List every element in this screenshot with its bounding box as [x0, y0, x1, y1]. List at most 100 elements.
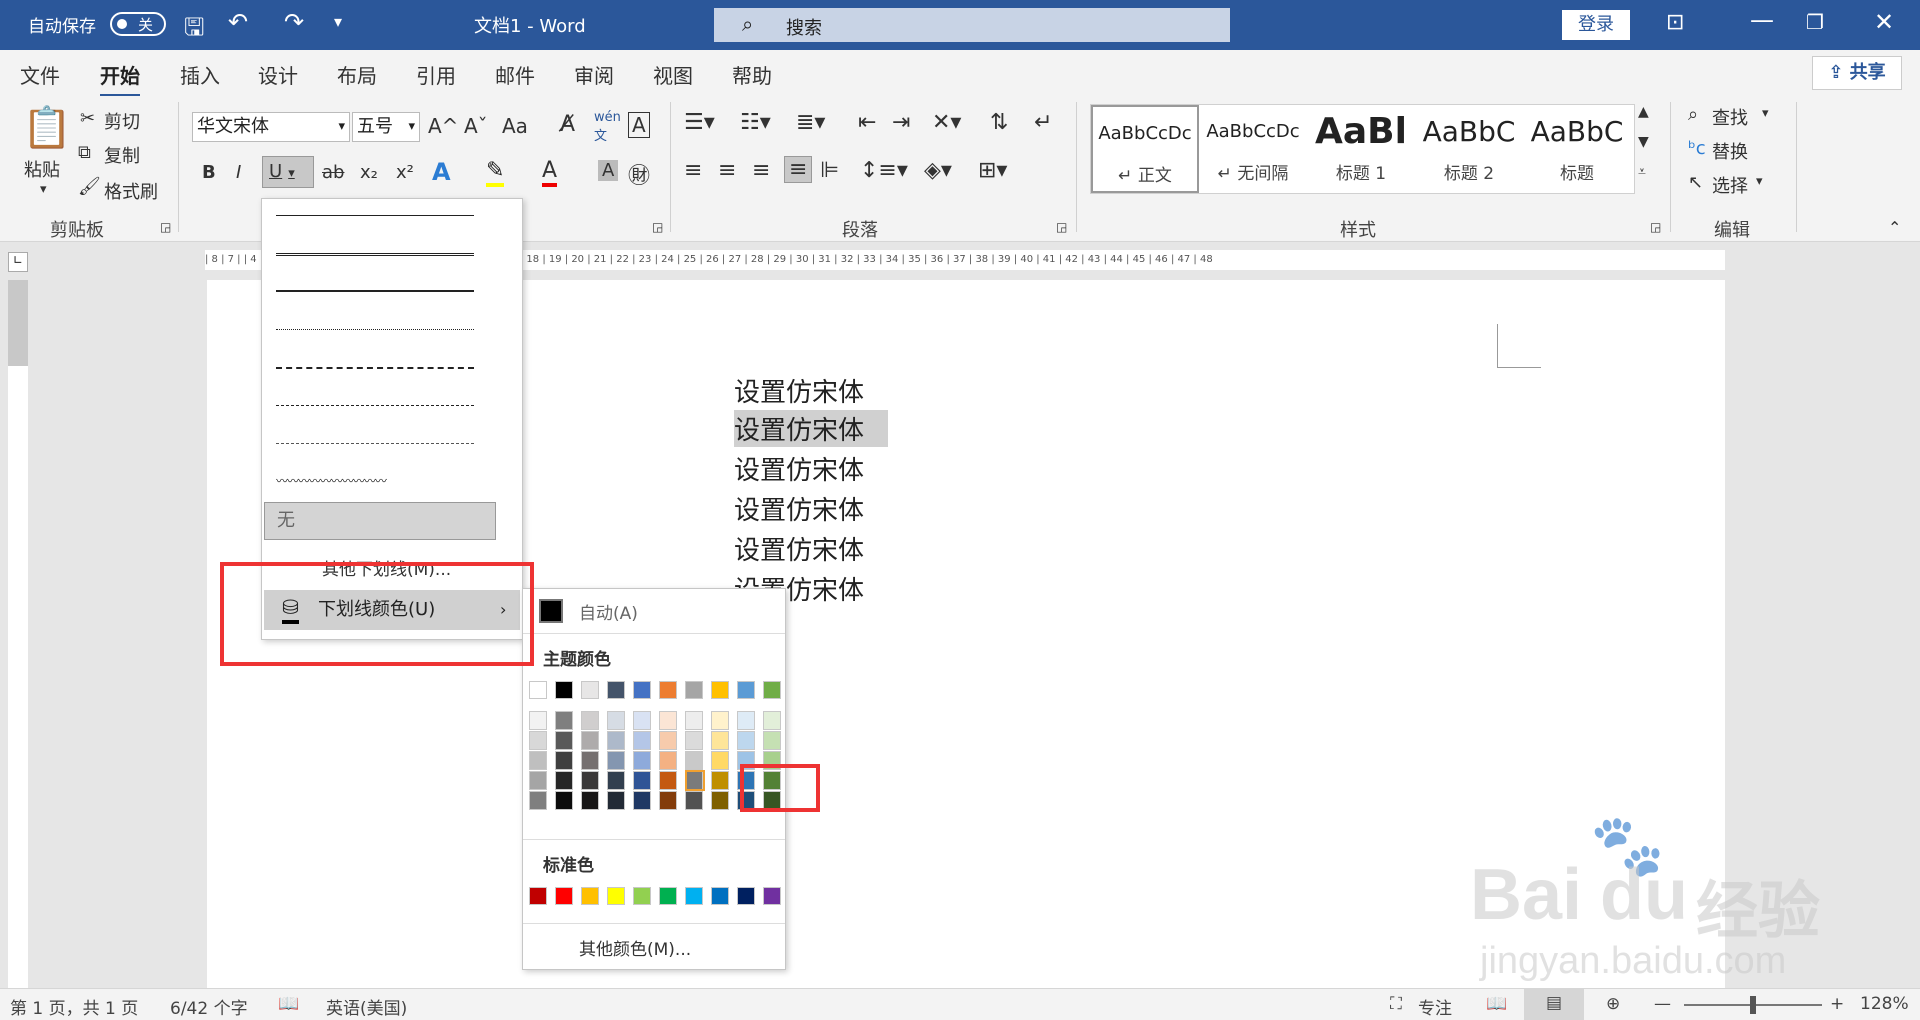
strikethrough-button[interactable]: ab [322, 162, 344, 183]
styles-launcher-icon[interactable]: ◲ [1650, 220, 1661, 234]
underline-wavy[interactable]: 〰〰〰〰〰〰〰〰〰〰 [276, 475, 474, 487]
standard-color-swatch[interactable] [607, 887, 625, 905]
theme-shade-swatch[interactable] [529, 771, 547, 790]
line-spacing-icon[interactable]: ↕≡▾ [860, 158, 908, 183]
theme-color-swatch[interactable] [529, 681, 547, 699]
ribbon-display-icon[interactable]: ⊡ [1666, 10, 1684, 35]
replace-button[interactable]: 替换 [1712, 138, 1748, 164]
underline-thick[interactable] [276, 290, 474, 292]
style-heading-2[interactable]: AaBbC 标题 2 [1415, 105, 1523, 193]
style-normal[interactable]: AaBbCcDc ↵ 正文 [1091, 105, 1199, 193]
distributed-icon[interactable]: ⊫ [820, 158, 839, 183]
theme-shade-swatch[interactable] [659, 791, 677, 810]
font-name-combo[interactable]: 华文宋体 ▾ [192, 112, 350, 142]
save-icon[interactable]: 🖫 [184, 10, 204, 51]
customize-qat-icon[interactable]: ▾ [334, 12, 342, 31]
theme-color-swatch[interactable] [581, 681, 599, 699]
bullets-icon[interactable]: ☰▾ [684, 110, 715, 135]
tab-layout[interactable]: 布局 [337, 60, 377, 89]
align-left-icon[interactable]: ≡ [684, 158, 702, 183]
theme-shade-swatch[interactable] [711, 751, 729, 770]
theme-shade-swatch[interactable] [633, 771, 651, 790]
chevron-down-icon[interactable]: ▾ [1762, 106, 1769, 121]
theme-shade-swatch[interactable] [763, 711, 781, 730]
grow-font-button[interactable]: A^ [428, 114, 458, 138]
theme-shade-swatch[interactable] [555, 731, 573, 750]
document-line[interactable]: 设置仿宋体 [734, 372, 864, 409]
auto-color-label[interactable]: 自动(A) [579, 599, 638, 624]
chevron-down-icon[interactable]: ▾ [1756, 174, 1763, 189]
align-right-icon[interactable]: ≡ [752, 158, 770, 183]
select-button[interactable]: 选择 [1712, 172, 1748, 198]
document-line-selected[interactable]: 设置仿宋体 [734, 410, 889, 447]
subscript-button[interactable]: x₂ [360, 162, 378, 183]
standard-color-swatch[interactable] [529, 887, 547, 905]
search-box[interactable]: ⌕ 搜索 [714, 8, 1230, 42]
increase-indent-icon[interactable]: ⇥ [892, 110, 910, 135]
theme-color-swatch[interactable] [737, 681, 755, 699]
theme-shade-swatch[interactable] [659, 731, 677, 750]
word-count[interactable]: 6/42 个字 [170, 994, 248, 1019]
auto-color-swatch[interactable] [539, 599, 563, 623]
theme-shade-swatch[interactable] [633, 751, 651, 770]
theme-shade-swatch[interactable] [659, 771, 677, 790]
focus-icon[interactable]: ⛶ [1390, 994, 1402, 1014]
theme-shade-swatch[interactable] [607, 711, 625, 730]
tab-selector-icon[interactable]: ∟ [8, 252, 28, 272]
paragraph-launcher-icon[interactable]: ◲ [1056, 220, 1067, 234]
format-painter-button[interactable]: 格式刷 [104, 178, 158, 204]
standard-color-swatch[interactable] [555, 887, 573, 905]
vertical-ruler[interactable] [8, 280, 28, 990]
theme-shade-swatch[interactable] [659, 711, 677, 730]
shading-icon[interactable]: ◈▾ [924, 158, 952, 183]
theme-shade-swatch[interactable] [737, 731, 755, 750]
style-no-spacing[interactable]: AaBbCcDc ↵ 无间隔 [1199, 105, 1307, 193]
style-heading-1[interactable]: AaBl 标题 1 [1307, 105, 1415, 193]
standard-color-swatch[interactable] [763, 887, 781, 905]
restore-icon[interactable]: ❐ [1806, 10, 1824, 34]
shrink-font-button[interactable]: Aˇ [464, 114, 488, 138]
underline-single[interactable] [276, 215, 474, 216]
tab-references[interactable]: 引用 [416, 60, 456, 89]
theme-shade-swatch[interactable] [737, 711, 755, 730]
theme-shade-swatch[interactable] [607, 731, 625, 750]
borders-icon[interactable]: ⊞▾ [978, 158, 1007, 183]
theme-shade-swatch[interactable] [685, 711, 703, 730]
text-effects-icon[interactable]: A [432, 158, 451, 186]
theme-shade-swatch[interactable] [763, 731, 781, 750]
document-line[interactable]: 设置仿宋体 [734, 530, 864, 567]
tab-design[interactable]: 设计 [258, 60, 298, 89]
cut-button[interactable]: 剪切 [104, 108, 140, 134]
underline-dotted[interactable] [276, 329, 474, 330]
tab-help[interactable]: 帮助 [732, 60, 772, 89]
theme-shade-swatch[interactable] [685, 731, 703, 750]
standard-color-swatch[interactable] [737, 887, 755, 905]
theme-color-swatch[interactable] [763, 681, 781, 699]
theme-shade-swatch[interactable] [711, 731, 729, 750]
underline-none-item[interactable]: 无 [264, 502, 496, 540]
decrease-indent-icon[interactable]: ⇤ [858, 110, 876, 135]
tab-home[interactable]: 开始 [100, 60, 140, 97]
autosave-toggle[interactable]: 关 [110, 12, 166, 36]
tab-mailings[interactable]: 邮件 [495, 60, 535, 89]
italic-button[interactable]: I [236, 162, 241, 183]
theme-shade-swatch[interactable] [711, 771, 729, 790]
highlight-icon[interactable]: ✎ [486, 158, 505, 187]
document-line[interactable]: 设置仿宋体 [734, 450, 864, 487]
theme-shade-swatch[interactable] [529, 731, 547, 750]
theme-shade-swatch[interactable] [581, 791, 599, 810]
theme-shade-swatch[interactable] [607, 751, 625, 770]
theme-shade-swatch[interactable] [607, 771, 625, 790]
standard-color-swatch[interactable] [659, 887, 677, 905]
theme-shade-swatch[interactable] [555, 771, 573, 790]
proofing-icon[interactable]: 📖 [278, 994, 299, 1014]
undo-icon[interactable]: ↶ [228, 8, 248, 36]
theme-color-swatch[interactable] [633, 681, 651, 699]
collapse-ribbon-icon[interactable]: ⌃ [1888, 218, 1901, 237]
style-title[interactable]: AaBbC 标题 [1523, 105, 1631, 193]
bold-button[interactable]: B [202, 162, 216, 183]
theme-shade-swatch[interactable] [659, 751, 677, 770]
char-border-icon[interactable]: A [628, 112, 650, 138]
styles-more-icon[interactable]: ⩡ [1638, 164, 1646, 180]
theme-color-swatch[interactable] [607, 681, 625, 699]
